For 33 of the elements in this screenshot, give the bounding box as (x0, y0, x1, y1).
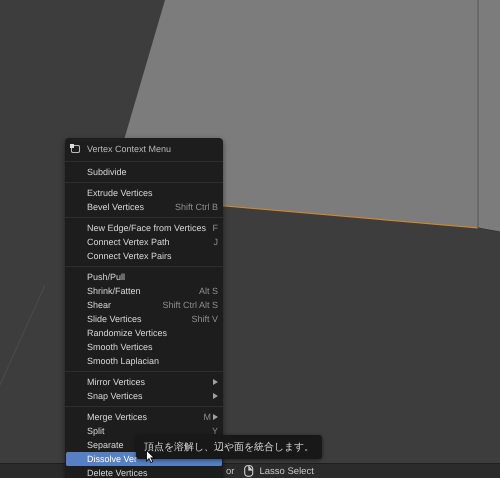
menu-item[interactable]: Connect Vertex Pairs (66, 249, 222, 263)
menu-item[interactable]: Shrink/Fatten Alt S (66, 284, 222, 298)
menu-item[interactable]: Smooth Laplacian (66, 354, 222, 368)
shortcut-label: F (212, 223, 218, 233)
menu-item[interactable]: Subdivide (66, 165, 222, 179)
shortcut-label: M (204, 412, 211, 422)
menu-item[interactable]: Connect Vertex Path J (66, 235, 222, 249)
shortcut-label: Shift Ctrl Alt S (162, 300, 218, 310)
cursor-icon (146, 450, 155, 463)
mouse-icon (244, 465, 254, 477)
status-text: or (226, 466, 234, 476)
menu-item[interactable]: Merge Vertices M (66, 410, 222, 424)
menu-item[interactable]: Bevel Vertices Shift Ctrl B (66, 200, 222, 214)
shortcut-label: J (214, 237, 218, 247)
tooltip: 頂点を溶解し、辺や面を統合します。 (136, 435, 322, 459)
menu-item[interactable]: Extrude Vertices (66, 186, 222, 200)
shortcut-label: Y (212, 426, 218, 436)
menu-item[interactable]: Split Y (66, 424, 222, 438)
menu-item[interactable]: Randomize Vertices (66, 326, 222, 340)
menu-item[interactable]: Slide Vertices Shift V (66, 312, 222, 326)
shortcut-label: Shift Ctrl B (174, 202, 218, 212)
menu-item[interactable]: Snap Vertices (66, 389, 222, 403)
menu-item[interactable]: Smooth Vertices (66, 340, 222, 354)
shortcut-label: Alt S (198, 286, 218, 296)
shortcut-label: Shift V (191, 314, 218, 324)
menu-item[interactable]: Delete Vertices (66, 466, 222, 478)
menu-item[interactable]: Shear Shift Ctrl Alt S (66, 298, 222, 312)
status-text: Lasso Select (259, 466, 314, 476)
menu-item[interactable]: Mirror Vertices (66, 375, 222, 389)
menu-title: Vertex Context Menu (87, 144, 172, 154)
vertex-icon (70, 144, 81, 154)
menu-item[interactable]: Push/Pull (66, 270, 222, 284)
menu-item[interactable]: New Edge/Face from Vertices F (66, 221, 222, 235)
